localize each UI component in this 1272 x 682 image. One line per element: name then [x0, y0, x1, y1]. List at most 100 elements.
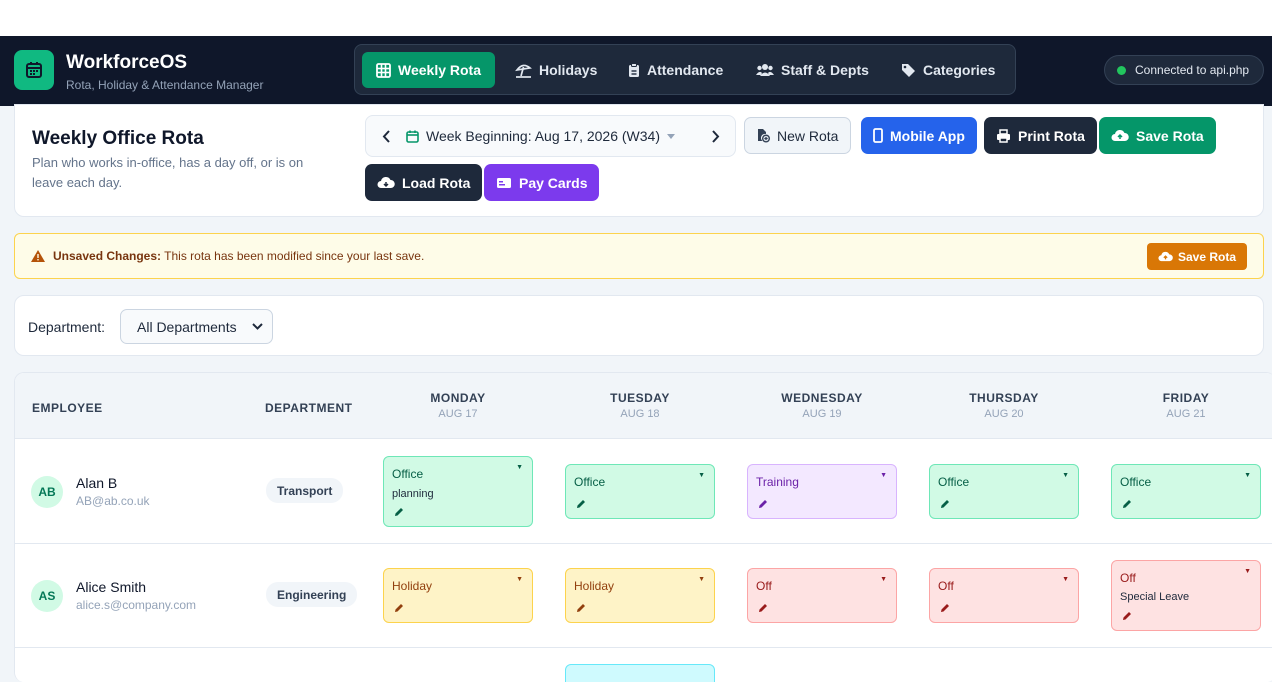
rota-cell[interactable]: Off Special Leave ▼: [1111, 560, 1261, 631]
cell-status: Holiday: [392, 579, 433, 593]
cell-status: Office: [1120, 475, 1152, 489]
caret-down-icon: ▼: [880, 576, 887, 583]
department-badge: Engineering: [266, 582, 358, 607]
tab-holidays[interactable]: Holidays: [501, 52, 611, 88]
pay-cards-button[interactable]: Pay Cards: [484, 164, 600, 201]
rota-cell[interactable]: Off ▼: [929, 568, 1079, 623]
pencil-icon[interactable]: [1122, 499, 1132, 509]
table-row: [15, 648, 1272, 682]
pencil-icon[interactable]: [940, 499, 950, 509]
caret-down-icon: [667, 133, 676, 139]
caret-down-icon: ▼: [1062, 472, 1069, 479]
rota-cell[interactable]: Office ▼: [1111, 464, 1261, 519]
caret-down-icon: ▼: [516, 464, 523, 471]
cloud-upload-icon: [1158, 251, 1173, 262]
table-header: EMPLOYEE DEPARTMENT MONDAY AUG 17 TUESDA…: [15, 373, 1272, 439]
pencil-icon[interactable]: [758, 603, 768, 613]
top-nav: WorkforceOS Rota, Holiday & Attendance M…: [0, 36, 1272, 106]
save-rota-button[interactable]: Save Rota: [1099, 117, 1216, 154]
rota-cell[interactable]: Office planning ▼: [383, 456, 533, 527]
prev-week-button[interactable]: [366, 116, 406, 156]
day-date: AUG 20: [984, 408, 1024, 420]
rota-cell[interactable]: Holiday ▼: [565, 568, 715, 623]
tab-label: Holidays: [539, 62, 598, 78]
button-label: New Rota: [777, 127, 839, 144]
page-title: Weekly Office Rota: [32, 128, 204, 149]
caret-down-icon: ▼: [698, 472, 705, 479]
pencil-icon[interactable]: [576, 603, 586, 613]
rota-cell[interactable]: Office ▼: [565, 464, 715, 519]
pencil-icon[interactable]: [576, 499, 586, 509]
department-filter-label: Department:: [28, 319, 106, 335]
pencil-icon[interactable]: [394, 603, 404, 613]
day-name: WEDNESDAY: [781, 391, 863, 405]
warning-icon: [31, 250, 45, 262]
grid-icon: [376, 62, 391, 78]
rota-cell[interactable]: [565, 664, 715, 682]
caret-down-icon: ▼: [698, 576, 705, 583]
button-label: Save Rota: [1136, 127, 1204, 144]
rota-cell[interactable]: Holiday ▼: [383, 568, 533, 623]
next-week-button[interactable]: [695, 116, 735, 156]
status-dot-icon: [1117, 65, 1126, 75]
column-header-department: DEPARTMENT: [265, 401, 353, 415]
column-header-tuesday: TUESDAY AUG 18: [565, 391, 715, 420]
tab-staff-depts[interactable]: Staff & Depts: [742, 52, 883, 88]
cell-status: Off: [756, 579, 772, 593]
cloud-download-icon: [377, 176, 395, 188]
day-name: FRIDAY: [1162, 391, 1210, 405]
mobile-app-button[interactable]: Mobile App: [861, 117, 977, 154]
app-title: WorkforceOS: [66, 52, 188, 73]
button-label: Pay Cards: [519, 174, 588, 191]
print-rota-button[interactable]: Print Rota: [984, 117, 1097, 154]
employee-name: Alice Smith: [76, 579, 147, 595]
page-description: Plan who works in-office, has a day off,…: [32, 155, 304, 190]
alert-save-button[interactable]: Save Rota: [1146, 243, 1247, 270]
chevron-right-icon: [711, 129, 719, 143]
department-badge: Transport: [266, 478, 344, 503]
money-card-icon: [497, 177, 511, 188]
pencil-icon[interactable]: [394, 507, 404, 517]
cloud-upload-icon: [1111, 129, 1129, 141]
cell-note: planning: [392, 488, 434, 500]
calendar-icon: [406, 130, 419, 143]
button-label: Load Rota: [402, 174, 471, 191]
day-name: THURSDAY: [969, 391, 1039, 405]
pencil-icon[interactable]: [1122, 611, 1132, 621]
tab-categories[interactable]: Categories: [887, 52, 1009, 88]
tab-label: Staff & Depts: [781, 62, 869, 78]
tab-label: Attendance: [647, 62, 724, 78]
pencil-icon[interactable]: [758, 499, 768, 509]
tab-weekly-rota[interactable]: Weekly Rota: [362, 52, 495, 88]
column-header-wednesday: WEDNESDAY AUG 19: [747, 391, 897, 420]
select-value: All Departments: [137, 318, 237, 335]
rota-cell[interactable]: Off ▼: [747, 568, 897, 623]
avatar: AS: [31, 580, 63, 612]
load-rota-button[interactable]: Load Rota: [365, 164, 483, 201]
caret-down-icon: ▼: [1062, 576, 1069, 583]
cell-status: Training: [756, 475, 799, 489]
file-plus-icon: [758, 129, 770, 143]
tab-attendance[interactable]: Attendance: [614, 52, 737, 88]
chevron-left-icon: [382, 129, 390, 143]
cell-status: Off: [938, 579, 954, 593]
alert-title: Unsaved Changes:: [53, 249, 162, 263]
pencil-icon[interactable]: [940, 603, 950, 613]
calendar-icon: [14, 50, 54, 90]
new-rota-button[interactable]: New Rota: [744, 117, 852, 154]
clipboard-icon: [629, 62, 639, 77]
column-header-friday: FRIDAY AUG 21: [1111, 391, 1261, 420]
unsaved-alert: Unsaved Changes: This rota has been modi…: [14, 233, 1264, 279]
column-header-monday: MONDAY AUG 17: [383, 391, 533, 420]
week-dropdown[interactable]: Week Beginning: Aug 17, 2026 (W34): [406, 128, 676, 144]
day-name: MONDAY: [430, 391, 486, 405]
button-label: Print Rota: [1018, 127, 1085, 144]
app-subtitle: Rota, Holiday & Attendance Manager: [66, 78, 264, 92]
rota-cell[interactable]: Office ▼: [929, 464, 1079, 519]
day-date: AUG 17: [438, 408, 478, 420]
department-select[interactable]: All Departments: [120, 309, 273, 344]
connection-label: Connected to api.php: [1135, 63, 1250, 77]
table-row: AB Alan B AB@ab.co.uk Transport Office p…: [15, 440, 1272, 544]
caret-down-icon: ▼: [880, 472, 887, 479]
rota-cell[interactable]: Training ▼: [747, 464, 897, 519]
